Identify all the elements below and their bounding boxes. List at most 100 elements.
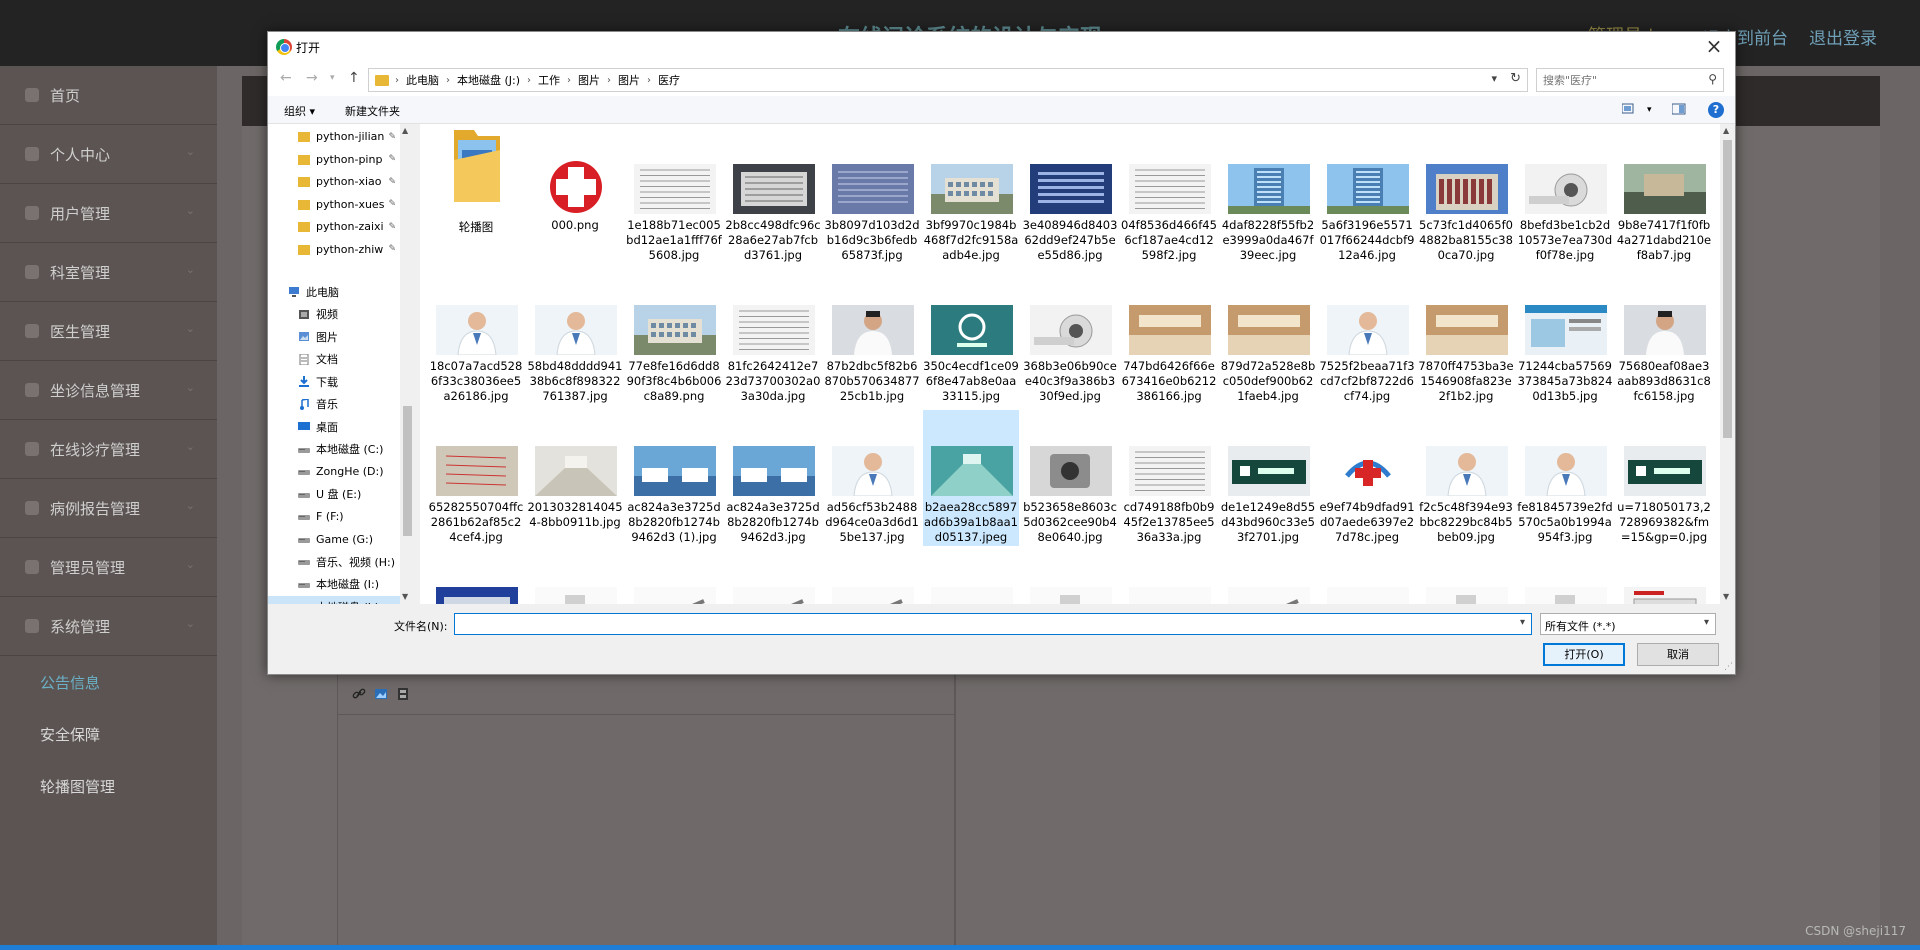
file-item[interactable]: 77e8fe16d6dd890f3f8c4b6b006c8a89.png xyxy=(626,269,722,405)
nav-item[interactable]: python-zhiw ✎ xyxy=(268,239,400,260)
folder-item[interactable]: 轮播图 xyxy=(428,128,524,264)
sidebar-item[interactable]: 首页 xyxy=(0,66,217,125)
file-item[interactable] xyxy=(527,551,623,604)
file-item[interactable] xyxy=(1517,551,1613,604)
nav-item[interactable]: 图片 xyxy=(268,326,400,347)
path-segment[interactable]: 医疗 xyxy=(658,72,680,88)
file-item[interactable]: 368b3e06b90cee40c3f9a386b330f9ed.jpg xyxy=(1022,269,1118,405)
file-scroll-thumb[interactable] xyxy=(1723,140,1732,438)
nav-item[interactable]: 桌面 xyxy=(268,416,400,437)
nav-scrollbar[interactable]: ▲ ▼ xyxy=(400,124,415,604)
sidebar-item[interactable]: 科室管理 ⌄ xyxy=(0,243,217,302)
sidebar-subitem[interactable]: 公告信息 xyxy=(0,656,217,708)
path-segment[interactable]: 本地磁盘 (J:) xyxy=(457,72,520,88)
file-item[interactable]: 04f8536d466f456cf187ae4cd12598f2.jpg xyxy=(1121,128,1217,264)
open-button[interactable]: 打开(O) xyxy=(1543,643,1625,666)
file-item[interactable]: 5c73fc1d4065f04882ba8155c380ca70.jpg xyxy=(1418,128,1514,264)
file-item[interactable]: 4daf8228f55fb2e3999a0da467f39eec.jpg xyxy=(1220,128,1316,264)
sidebar-subitem[interactable]: 安全保障 xyxy=(0,708,217,760)
file-scroll-up-icon[interactable]: ▲ xyxy=(1723,126,1729,135)
file-item[interactable]: fe81845739e2fd570c5a0b1994a954f3.jpg xyxy=(1517,410,1613,546)
file-scroll-down-icon[interactable]: ▼ xyxy=(1723,592,1729,601)
view-options-icon[interactable] xyxy=(1622,103,1636,115)
nav-item[interactable]: 本地磁盘 (C:) xyxy=(268,439,400,460)
file-item[interactable]: 3b8097d103d2db16d9c3b6fedb65873f.jpg xyxy=(824,128,920,264)
nav-item[interactable]: python-pinp ✎ xyxy=(268,149,400,170)
chevron-down-icon[interactable]: ▾ xyxy=(1491,72,1497,85)
path-separator-icon[interactable]: › xyxy=(567,75,571,86)
sidebar-item[interactable]: 坐诊信息管理 ⌄ xyxy=(0,361,217,420)
file-item[interactable]: b2aea28cc5897ad6b39a1b8aa1d05137.jpeg xyxy=(923,410,1019,546)
file-item[interactable] xyxy=(626,551,722,604)
sidebar-item[interactable]: 管理员管理 ⌄ xyxy=(0,538,217,597)
nav-item[interactable]: python-xiao ✎ xyxy=(268,171,400,192)
file-item[interactable]: 350c4ecdf1ce096f8e47ab8e0aa33115.jpg xyxy=(923,269,1019,405)
file-item[interactable]: 9b8e7417f1f0fb4a271dabd210ef8ab7.jpg xyxy=(1616,128,1712,264)
file-item[interactable]: b523658e8603c5d0362cee90b48e0640.jpg xyxy=(1022,410,1118,546)
file-item[interactable]: ad56cf53b2488d964ce0a3d6d15be137.jpg xyxy=(824,410,920,546)
nav-item[interactable]: 此电脑 xyxy=(268,281,400,302)
preview-pane-icon[interactable] xyxy=(1672,103,1686,115)
sidebar-item[interactable]: 系统管理 ⌄ xyxy=(0,597,217,656)
scroll-down-icon[interactable]: ▼ xyxy=(402,592,408,601)
address-bar[interactable]: › 此电脑 › 本地磁盘 (J:) › 工作 › 图片 › 图片 › 医疗 ▾ ↻ xyxy=(368,68,1528,92)
path-segment[interactable]: 工作 xyxy=(538,72,560,88)
refresh-icon[interactable]: ↻ xyxy=(1510,71,1521,86)
file-item[interactable]: 1e188b71ec005bd12ae1a1fff76f5608.jpg xyxy=(626,128,722,264)
nav-item[interactable]: python-jilian ✎ xyxy=(268,126,400,147)
file-item[interactable]: e9ef74b9dfad91d07aede6397e27d78c.jpeg xyxy=(1319,410,1415,546)
sidebar-item[interactable]: 用户管理 ⌄ xyxy=(0,184,217,243)
nav-item[interactable]: F (F:) xyxy=(268,506,400,527)
search-input[interactable] xyxy=(1543,73,1693,87)
file-item[interactable]: 747bd6426f66e673416e0b6212386166.jpg xyxy=(1121,269,1217,405)
nav-item[interactable]: 视频 xyxy=(268,304,400,325)
filename-input[interactable] xyxy=(455,614,1505,634)
filename-dropdown-icon[interactable]: ▾ xyxy=(1520,617,1525,628)
file-item[interactable]: 2b8cc498dfc96c28a6e27ab7fcbd3761.jpg xyxy=(725,128,821,264)
file-item[interactable] xyxy=(428,551,524,604)
file-item[interactable]: 7870ff4753ba3e1546908fa823e2f1b2.jpg xyxy=(1418,269,1514,405)
nav-item[interactable]: 本地磁盘 (I:) xyxy=(268,574,400,595)
file-item[interactable]: u=718050173,2728969382&fm=15&gp=0.jpg xyxy=(1616,410,1712,546)
nav-item[interactable]: 本地磁盘 (J:) xyxy=(268,596,400,604)
nav-item[interactable]: python-zaixi ✎ xyxy=(268,216,400,237)
image-icon[interactable] xyxy=(374,687,388,701)
sidebar-item[interactable]: 个人中心 ⌄ xyxy=(0,125,217,184)
file-item[interactable]: 65282550704ffc2861b62af85c24cef4.jpg xyxy=(428,410,524,546)
file-item[interactable] xyxy=(824,551,920,604)
file-item[interactable]: 8befd3be1cb2d10573e7ea730df0f78e.jpg xyxy=(1517,128,1613,264)
nav-item[interactable]: 下载 xyxy=(268,371,400,392)
video-icon[interactable] xyxy=(396,687,410,701)
sidebar-item[interactable]: 在线诊疗管理 ⌄ xyxy=(0,420,217,479)
filetype-select[interactable]: 所有文件 (*.*) ▾ xyxy=(1540,613,1716,635)
path-separator-icon[interactable]: › xyxy=(647,75,651,86)
file-item[interactable] xyxy=(1121,551,1217,604)
file-item[interactable]: 71244cba57569373845a73b8240d13b5.jpg xyxy=(1517,269,1613,405)
file-item[interactable]: 58bd48dddd94138b6c8f898322761387.jpg xyxy=(527,269,623,405)
file-item[interactable] xyxy=(1319,551,1415,604)
nav-item[interactable]: ZongHe (D:) xyxy=(268,461,400,482)
file-item[interactable]: 87b2dbc5f82b6870b57063487725cb1b.jpg xyxy=(824,269,920,405)
file-item[interactable]: 7525f2beaa71f3cd7cf2bf8722d6cf74.jpg xyxy=(1319,269,1415,405)
file-item[interactable]: 20130328140454-8bb0911b.jpg xyxy=(527,410,623,546)
file-item[interactable]: f2c5c48f394e93bbc8229bc84b5beb09.jpg xyxy=(1418,410,1514,546)
close-icon[interactable]: × xyxy=(1703,34,1725,58)
back-arrow-icon[interactable]: ← xyxy=(280,70,292,86)
file-item[interactable]: 5a6f3196e5571017f66244dcbf912a46.jpg xyxy=(1319,128,1415,264)
organize-button[interactable]: 组织 ▾ xyxy=(284,103,315,119)
nav-item[interactable]: python-xues ✎ xyxy=(268,194,400,215)
file-item[interactable]: ac824a3e3725d8b2820fb1274b9462d3.jpg xyxy=(725,410,821,546)
sidebar-item[interactable]: 病例报告管理 ⌄ xyxy=(0,479,217,538)
file-item[interactable]: 000.png xyxy=(527,128,623,264)
link-icon[interactable] xyxy=(352,687,366,701)
file-item[interactable] xyxy=(1022,551,1118,604)
scroll-up-icon[interactable]: ▲ xyxy=(402,126,408,135)
path-separator-icon[interactable]: › xyxy=(607,75,611,86)
file-item[interactable] xyxy=(1220,551,1316,604)
sidebar-item[interactable]: 医生管理 ⌄ xyxy=(0,302,217,361)
help-icon[interactable]: ? xyxy=(1708,102,1724,118)
file-item[interactable]: 3e408946d840362dd9ef247b5ee55d86.jpg xyxy=(1022,128,1118,264)
sidebar-subitem[interactable]: 轮播图管理 xyxy=(0,760,217,812)
path-segment[interactable]: 此电脑 xyxy=(406,72,439,88)
filename-field[interactable]: ▾ xyxy=(454,613,1532,635)
